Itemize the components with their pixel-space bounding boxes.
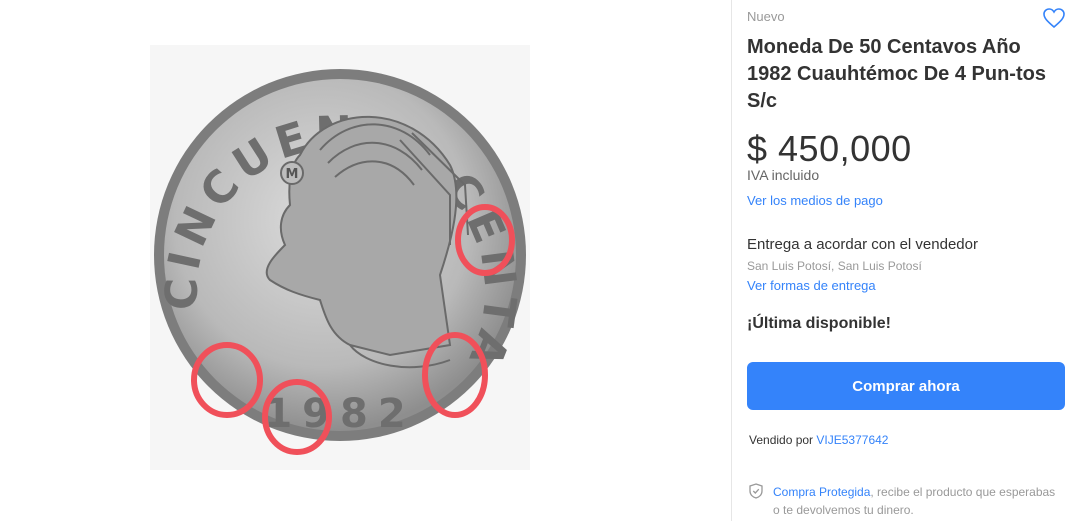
seller-prefix: Vendido por	[749, 433, 814, 447]
product-image[interactable]: CINCUENTA CENTAVOS M 1982	[150, 45, 530, 470]
seller-link[interactable]: VIJE5377642	[816, 433, 888, 447]
delivery-options-link[interactable]: Ver formas de entrega	[747, 278, 876, 293]
coin-illustration: CINCUENTA CENTAVOS M 1982	[150, 45, 526, 455]
coin-monogram: M	[286, 167, 299, 182]
protected-purchase-link[interactable]: Compra Protegida	[773, 485, 870, 499]
delivery-info: Entrega a acordar con el vendedor	[747, 236, 978, 253]
product-gallery: CINCUENTA CENTAVOS M 1982	[0, 0, 730, 521]
purchase-protection: Compra Protegida, recibe el producto que…	[773, 483, 1063, 519]
seller-info: Vendido por VIJE5377642	[749, 433, 888, 447]
delivery-location: San Luis Potosí, San Luis Potosí	[747, 259, 922, 273]
item-condition: Nuevo	[747, 9, 785, 24]
heart-outline-icon[interactable]	[1042, 6, 1066, 30]
coin-year: 1982	[264, 391, 415, 437]
shield-check-icon	[749, 483, 763, 499]
buy-now-button[interactable]: Comprar ahora	[747, 362, 1065, 410]
stock-status: ¡Última disponible!	[747, 315, 891, 332]
payment-methods-link[interactable]: Ver los medios de pago	[747, 193, 883, 208]
tax-note: IVA incluido	[747, 167, 820, 183]
product-title: Moneda De 50 Centavos Año 1982 Cuauhtémo…	[747, 36, 1046, 112]
column-divider	[731, 0, 732, 521]
product-price: $ 450,000	[747, 128, 912, 169]
